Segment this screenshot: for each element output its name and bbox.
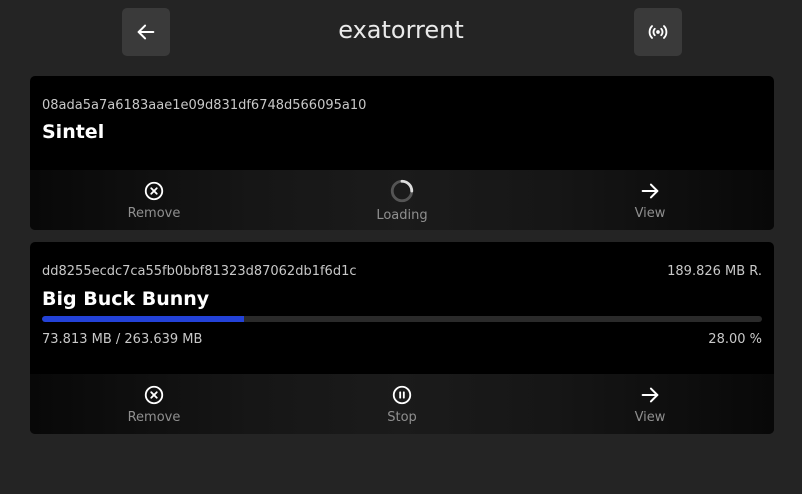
torrent-actions: Remove Stop View <box>30 374 774 434</box>
remove-button[interactable]: Remove <box>30 374 278 434</box>
remove-circle-icon <box>144 181 164 200</box>
remove-label: Remove <box>127 205 181 221</box>
view-label: View <box>634 205 666 221</box>
torrent-actions: Remove Loading View <box>30 170 774 230</box>
torrent-name: Sintel <box>42 121 105 143</box>
progress-fill <box>42 316 244 322</box>
progress-bar <box>42 316 762 322</box>
top-bar: exatorrent <box>0 0 802 64</box>
arrow-right-icon <box>641 387 659 402</box>
loading-spinner-icon <box>390 179 414 202</box>
torrent-hash: dd8255ecdc7ca55fb0bbf81323d87062db1f6d1c <box>42 264 357 279</box>
loading-indicator: Loading <box>278 170 526 230</box>
torrent-name: Big Buck Bunny <box>42 288 210 310</box>
broadcast-button[interactable] <box>634 8 682 56</box>
loading-label: Loading <box>376 207 428 223</box>
torrent-card: dd8255ecdc7ca55fb0bbf81323d87062db1f6d1c… <box>30 242 774 434</box>
remaining-size: 189.826 MB R. <box>667 264 762 279</box>
remove-circle-icon <box>144 385 164 404</box>
torrent-hash: 08ada5a7a6183aae1e09d831df6748d566095a10 <box>42 98 367 113</box>
stop-label: Stop <box>387 409 417 425</box>
broadcast-icon <box>648 25 668 39</box>
torrent-card: 08ada5a7a6183aae1e09d831df6748d566095a10… <box>30 76 774 230</box>
view-button[interactable]: View <box>526 170 774 230</box>
progress-percent: 28.00 % <box>708 332 762 347</box>
progress-text: 73.813 MB / 263.639 MB <box>42 332 203 347</box>
view-label: View <box>634 409 666 425</box>
view-button[interactable]: View <box>526 374 774 434</box>
remove-button[interactable]: Remove <box>30 170 278 230</box>
arrow-right-icon <box>641 183 659 198</box>
pause-circle-icon <box>392 385 412 404</box>
remove-label: Remove <box>127 409 181 425</box>
stop-button[interactable]: Stop <box>278 374 526 434</box>
